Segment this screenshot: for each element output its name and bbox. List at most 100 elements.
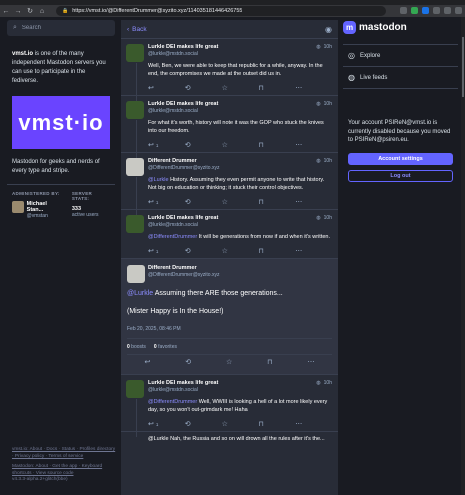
status[interactable]: ◍ 10h Different Drummer @DifferentDrummer… [121,153,338,210]
boosts-stat[interactable]: 0 boosts [127,344,146,350]
more-icon[interactable]: ⋯ [308,358,315,366]
reload-icon[interactable]: ↻ [24,5,36,17]
detailed-status-header[interactable]: Different Drummer @DifferentDrummer@syzi… [127,265,332,278]
boost-icon[interactable]: ⟲ [185,358,191,366]
status[interactable]: ◍ 10h Lurkle DEI makes life great @lurkle… [121,96,338,153]
extension-icon[interactable] [422,7,429,14]
footer-server-links[interactable]: vmst.io: About · Docs · Status · Profile… [12,447,116,460]
reply-button[interactable]: ↩ 1 [148,247,185,255]
more-icon[interactable]: ⋯ [295,141,332,149]
reply-button[interactable]: ↩ 1 [148,198,185,206]
boost-icon[interactable]: ⟲ [185,420,222,428]
account-handle[interactable]: @lurkle@mstdn.social [148,387,332,393]
status-meta: ◍ 10h [316,101,332,107]
account-handle[interactable]: @lurkle@mstdn.social [148,108,332,114]
avatar[interactable] [126,215,144,233]
status-timestamp[interactable]: Feb 20, 2025, 08:46 PM [127,326,332,332]
boost-icon[interactable]: ⟲ [185,84,222,92]
account-handle[interactable]: @lurkle@mstdn.social [148,51,332,57]
star-icon[interactable]: ☆ [222,141,259,149]
back-button[interactable]: ‹ Back [127,26,147,33]
admin-account[interactable]: Michael Stan... @vmstan [12,201,64,219]
status[interactable]: ◍ 10h Lurkle DEI makes life great @lurkle… [121,210,338,259]
display-name[interactable]: Different Drummer [148,158,332,164]
account-handle[interactable]: @lurkle@mstdn.social [148,222,332,228]
status-time[interactable]: 10h [324,380,332,386]
status[interactable]: @Lurkle Nah, the Russia and so on will d… [121,432,338,442]
status-content: @Lurkle Assuming there ARE those generat… [127,288,332,317]
bookmark-icon[interactable]: ⊓ [258,198,295,206]
reply-button[interactable]: ↩ 1 [148,141,185,149]
avatar[interactable] [126,101,144,119]
account-handle[interactable]: @DifferentDrummer@syzito.xyz [148,165,332,171]
logout-button[interactable]: Log out [348,169,453,182]
extension-icon[interactable] [400,7,407,14]
status[interactable]: ◍ 10h Lurkle DEI makes life great @lurkle… [121,39,338,96]
menu-icon[interactable] [455,7,462,14]
reply-button[interactable]: ↩ 1 [148,420,185,428]
boost-icon[interactable]: ⟲ [185,247,222,255]
more-icon[interactable]: ⋯ [295,84,332,92]
status-time[interactable]: 10h [324,158,332,164]
avatar[interactable] [126,380,144,398]
reply-icon[interactable]: ↩ [148,84,185,92]
status-time[interactable]: 10h [324,215,332,221]
status-time[interactable]: 10h [324,101,332,107]
display-name[interactable]: Lurkle DEI makes life great [148,101,332,107]
boost-icon[interactable]: ⟲ [185,141,222,149]
star-icon[interactable]: ☆ [222,84,259,92]
avatar[interactable] [126,158,144,176]
more-icon[interactable]: ⋯ [295,247,332,255]
reply-count: 1 [155,421,159,427]
forward-arrow-icon[interactable]: → [12,5,24,17]
display-name[interactable]: Lurkle DEI makes life great [148,44,332,50]
scrollbar[interactable] [461,17,465,495]
search-box[interactable]: ⌕ [7,20,115,36]
star-icon[interactable]: ☆ [222,198,259,206]
mention-link[interactable]: @Lurkle [127,290,153,297]
extension-icon[interactable] [411,7,418,14]
home-icon[interactable]: ⌂ [36,5,48,17]
bookmark-icon[interactable]: ⊓ [258,420,295,428]
browser-toolbar: ← → ↻ ⌂ 🔒 https://vmst.io/@DifferentDrum… [0,5,465,17]
nav-explore[interactable]: ◎ Explore [343,45,458,67]
bookmark-icon[interactable]: ⊓ [267,358,272,366]
star-icon[interactable]: ☆ [222,247,259,255]
boost-icon[interactable]: ⟲ [185,198,222,206]
status-time[interactable]: 10h [324,44,332,50]
nav-live-feeds[interactable]: ◍ Live feeds [343,67,458,89]
nav-label: Live feeds [359,74,388,81]
mention-link[interactable]: @DifferentDrummer [148,399,197,405]
mention-link[interactable]: @DifferentDrummer [148,234,197,240]
mention-link[interactable]: @Lurkle [148,177,169,183]
more-icon[interactable]: ⋯ [295,420,332,428]
scrollbar-thumb[interactable] [462,37,464,97]
back-arrow-icon[interactable]: ← [0,5,12,17]
reply-icon[interactable]: ↩ [144,358,150,366]
extension-icon[interactable] [444,7,451,14]
avatar[interactable] [126,44,144,62]
left-sidebar: ⌕ vmst.io is one of the many independent… [7,20,115,490]
account-settings-button[interactable]: Account settings [348,152,453,165]
avatar[interactable] [12,201,24,213]
star-icon[interactable]: ☆ [226,358,232,366]
bookmark-icon[interactable]: ⊓ [258,141,295,149]
favorites-stat[interactable]: 0 favorites [154,344,177,350]
status[interactable]: ◍ 10h Lurkle DEI makes life great @lurkle… [121,375,338,432]
display-name[interactable]: Lurkle DEI makes life great [148,380,332,386]
server-tagline: Mastodon for geeks and nerds of every ty… [12,159,100,174]
footer-mastodon-links[interactable]: Mastodon: About · Get the app · Keyboard… [12,464,116,477]
eye-icon[interactable]: ◉ [325,25,332,34]
bookmark-icon[interactable]: ⊓ [258,247,295,255]
avatar[interactable] [127,265,145,283]
extension-icon[interactable] [433,7,440,14]
address-bar[interactable]: 🔒 https://vmst.io/@DifferentDrummer@syzi… [56,6,386,16]
display-name[interactable]: Lurkle DEI makes life great [148,215,332,221]
more-icon[interactable]: ⋯ [295,198,332,206]
status-actions: ↩ ⟲ ☆ ⊓ ⋯ [148,80,332,95]
search-input[interactable] [21,25,102,31]
star-icon[interactable]: ☆ [222,420,259,428]
bookmark-icon[interactable]: ⊓ [258,84,295,92]
server-about: vmst.io is one of the many independent M… [7,50,115,86]
mastodon-logo[interactable]: m mastodon [343,21,458,34]
